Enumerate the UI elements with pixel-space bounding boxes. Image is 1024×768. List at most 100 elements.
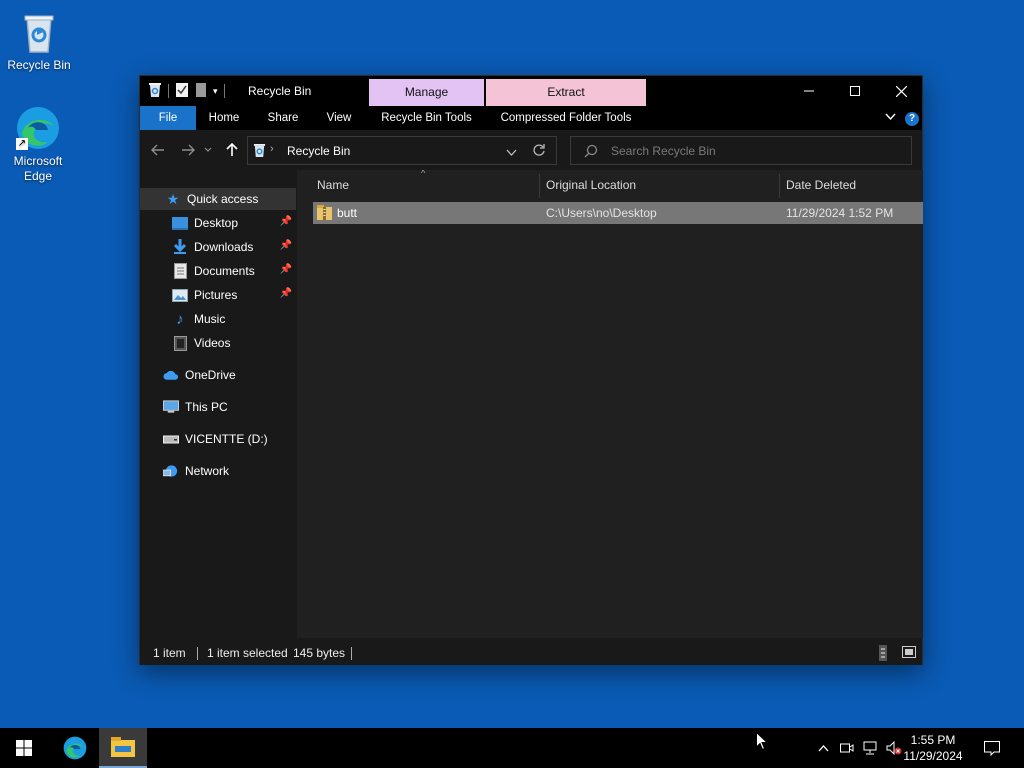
nav-item-label: Music — [194, 312, 226, 326]
nav-item-videos[interactable]: Videos — [140, 332, 296, 354]
desktop-icon-label: Recycle Bin — [7, 58, 71, 72]
star-icon: ★ — [166, 190, 180, 207]
nav-item-onedrive[interactable]: OneDrive — [140, 364, 296, 386]
breadcrumb-chevron-icon[interactable]: › — [270, 143, 274, 155]
forward-button[interactable] — [176, 140, 200, 160]
start-button[interactable] — [0, 728, 48, 768]
help-button[interactable]: ? — [903, 106, 921, 130]
back-button[interactable] — [146, 140, 170, 160]
clock[interactable]: 1:55 PM 11/29/2024 — [898, 732, 968, 764]
table-row[interactable]: butt C:\Users\no\Desktop 11/29/2024 1:52… — [313, 202, 923, 224]
maximize-button[interactable] — [832, 76, 878, 106]
nav-item-label: Videos — [194, 336, 231, 350]
minimize-button[interactable] — [786, 76, 832, 106]
notification-icon — [984, 740, 1000, 756]
meet-now-button[interactable] — [837, 728, 857, 768]
recycle-bin-small-icon — [148, 82, 162, 101]
column-date-deleted[interactable]: Date Deleted — [786, 170, 923, 200]
videos-icon — [172, 335, 188, 351]
context-tab-manage[interactable]: Manage — [369, 79, 484, 106]
window-title: Recycle Bin — [248, 84, 312, 98]
details-view-icon — [879, 645, 887, 661]
nav-item-pictures[interactable]: Pictures 📌 — [140, 284, 296, 306]
tab-recycle-bin-tools[interactable]: Recycle Bin Tools — [369, 106, 484, 130]
breadcrumb[interactable]: Recycle Bin — [287, 144, 350, 158]
large-icons-view-button[interactable] — [902, 646, 916, 661]
pin-icon[interactable]: 📌 — [280, 288, 292, 299]
file-date-deleted: 11/29/2024 1:52 PM — [786, 206, 894, 220]
show-hidden-icons-button[interactable] — [813, 728, 833, 768]
refresh-icon — [533, 144, 545, 156]
file-name: butt — [337, 206, 358, 220]
desktop-icon-recycle-bin[interactable]: Recycle Bin — [1, 8, 77, 73]
context-tab-extract-label: Extract — [547, 85, 585, 99]
ribbon-expand-button[interactable] — [880, 106, 900, 130]
nav-item-this-pc[interactable]: This PC — [140, 396, 296, 418]
taskbar-file-explorer-button[interactable] — [99, 728, 147, 768]
column-separator[interactable] — [779, 174, 780, 198]
download-icon — [172, 239, 188, 255]
ribbon-tabs: File Home Share View Recycle Bin Tools C… — [140, 106, 922, 130]
shortcut-arrow-icon: ↗ — [16, 138, 28, 150]
cloud-icon — [163, 367, 179, 383]
nav-item-quick-access[interactable]: ★ Quick access — [140, 188, 296, 210]
column-separator[interactable] — [539, 174, 540, 198]
column-name[interactable]: Name — [317, 170, 539, 200]
file-original-location: C:\Users\no\Desktop — [546, 206, 657, 220]
details-view-button[interactable] — [879, 645, 887, 664]
close-icon — [895, 85, 907, 97]
maximize-icon — [850, 86, 860, 96]
search-icon — [584, 144, 598, 161]
taskbar: 1:55 PM 11/29/2024 — [0, 728, 1024, 768]
refresh-button[interactable] — [532, 143, 546, 160]
close-button[interactable] — [878, 76, 924, 106]
properties-icon[interactable] — [175, 82, 189, 101]
nav-item-music[interactable]: ♪ Music — [140, 308, 296, 330]
pin-icon[interactable]: 📌 — [280, 216, 292, 227]
tab-compressed-folder-tools[interactable]: Compressed Folder Tools — [486, 106, 646, 130]
nav-item-drive-d[interactable]: VICENTTE (D:) — [140, 428, 296, 450]
tab-view[interactable]: View — [318, 106, 360, 130]
recycle-bin-icon — [15, 8, 63, 56]
nav-item-downloads[interactable]: Downloads 📌 — [140, 236, 296, 258]
nav-item-label: Desktop — [194, 216, 239, 230]
arrow-up-icon — [226, 143, 238, 156]
chevron-down-icon — [506, 149, 517, 156]
tab-share[interactable]: Share — [260, 106, 306, 130]
cursor-arrow-icon — [756, 731, 769, 751]
sort-ascending-icon: ^ — [421, 170, 426, 178]
title-bar[interactable]: ▾ Recycle Bin Manage Extract — [140, 76, 922, 106]
nav-item-desktop[interactable]: Desktop 📌 — [140, 212, 296, 234]
nav-item-network[interactable]: Network — [140, 460, 296, 482]
address-bar[interactable]: › Recycle Bin — [247, 136, 557, 165]
notifications-button[interactable] — [980, 728, 1004, 768]
taskbar-edge-button[interactable] — [51, 728, 99, 768]
arrow-right-icon — [182, 144, 195, 156]
qat-dropdown-icon[interactable]: ▾ — [213, 86, 218, 97]
music-icon: ♪ — [176, 310, 184, 328]
pin-icon[interactable]: 📌 — [280, 240, 292, 251]
search-input[interactable]: Search Recycle Bin — [611, 144, 716, 158]
pin-icon[interactable]: 📌 — [280, 264, 292, 275]
tab-home[interactable]: Home — [202, 106, 246, 130]
quick-access-toolbar: ▾ — [148, 82, 225, 100]
status-selected: 1 item selected — [207, 646, 288, 660]
network-status-button[interactable] — [860, 728, 880, 768]
network-icon — [163, 463, 179, 479]
clock-date: 11/29/2024 — [903, 749, 963, 763]
tab-file[interactable]: File — [140, 106, 196, 130]
context-tab-extract[interactable]: Extract — [486, 79, 646, 106]
address-dropdown-button[interactable] — [506, 146, 517, 160]
new-folder-icon[interactable] — [195, 82, 207, 101]
up-button[interactable] — [220, 140, 244, 160]
column-original-location[interactable]: Original Location — [546, 170, 778, 200]
zip-folder-icon — [317, 205, 332, 224]
nav-item-label: This PC — [185, 400, 228, 414]
nav-item-label: Quick access — [187, 192, 259, 206]
status-item-count: 1 item — [153, 646, 186, 660]
nav-item-documents[interactable]: Documents 📌 — [140, 260, 296, 282]
search-box[interactable]: Search Recycle Bin — [570, 136, 912, 165]
edge-icon — [63, 736, 87, 760]
desktop-icon-edge[interactable]: ↗ Microsoft Edge — [0, 104, 76, 184]
recent-locations-button[interactable] — [200, 140, 216, 160]
